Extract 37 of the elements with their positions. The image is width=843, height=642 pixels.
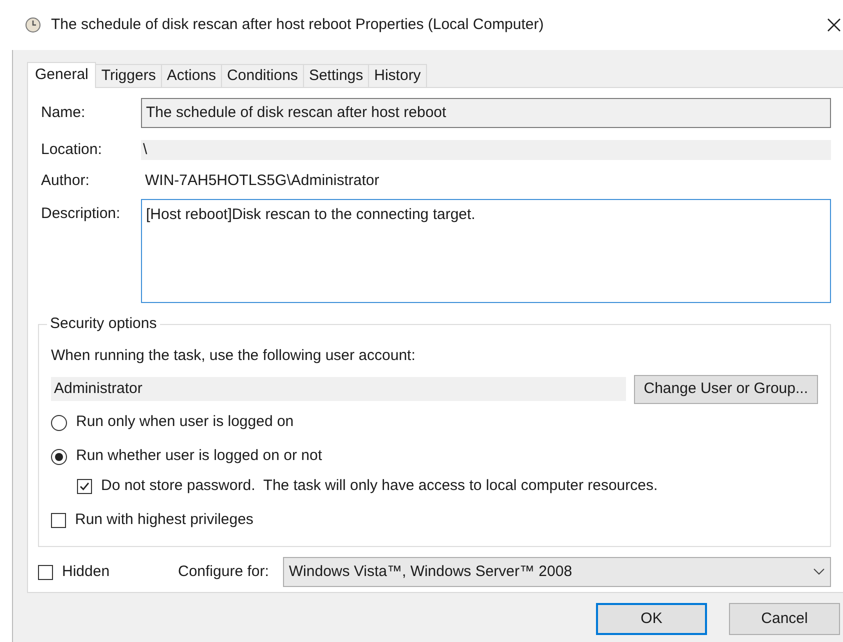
group-title: Security options (47, 315, 160, 333)
prompt-text: When running the task, use the following user account: (51, 346, 416, 366)
tab[interactable]: Settings (304, 64, 370, 87)
checkmark-icon (79, 481, 90, 492)
chevron-down-icon (813, 568, 825, 576)
option-label: Run only when user is logged on (76, 412, 294, 432)
field-label: Location: (41, 140, 103, 160)
checkbox[interactable] (38, 564, 53, 580)
option-label: Do not store password. The task will only have access to local computer resources. (101, 476, 658, 496)
tab[interactable]: Triggers (96, 64, 162, 87)
tab[interactable]: Conditions (222, 64, 304, 87)
field-label: Name: (41, 102, 86, 123)
field-label: Author: (41, 170, 90, 191)
configure-dropdown[interactable]: Windows Vista™, Windows Server™ 2008 (282, 557, 831, 587)
checkbox[interactable] (51, 513, 66, 528)
option-label: Run whether user is logged on or not (76, 446, 322, 466)
change-user-button[interactable]: Change User or Group... (634, 374, 818, 404)
author-value: WIN-7AH5HOTLS5G\Administrator (144, 170, 380, 191)
tab[interactable]: Actions (162, 64, 222, 87)
option-label: Hidden (62, 562, 111, 582)
checkbox[interactable] (77, 479, 92, 494)
account-field: Administrator (51, 377, 626, 401)
field-label: Configure for: (178, 562, 269, 582)
tab[interactable]: History (369, 64, 427, 87)
radio-button[interactable] (51, 448, 67, 464)
close-icon[interactable] (827, 18, 841, 32)
description-field[interactable]: [Host reboot]Disk rescan to the connecting target. (141, 199, 831, 303)
dialog-button[interactable]: OK (596, 603, 707, 635)
name-field[interactable]: The schedule of disk rescan after host reboot (141, 98, 831, 128)
location-field: \ (141, 140, 831, 160)
tab[interactable]: General (27, 62, 96, 88)
radio-button[interactable] (51, 414, 67, 430)
field-label: Description: (41, 204, 122, 224)
clock-icon (25, 17, 41, 33)
option-label: Run with highest privileges (75, 510, 254, 530)
dialog-button[interactable]: Cancel (729, 603, 840, 635)
window-title: The schedule of disk rescan after host reboot Properties (Local Computer) (51, 14, 544, 35)
